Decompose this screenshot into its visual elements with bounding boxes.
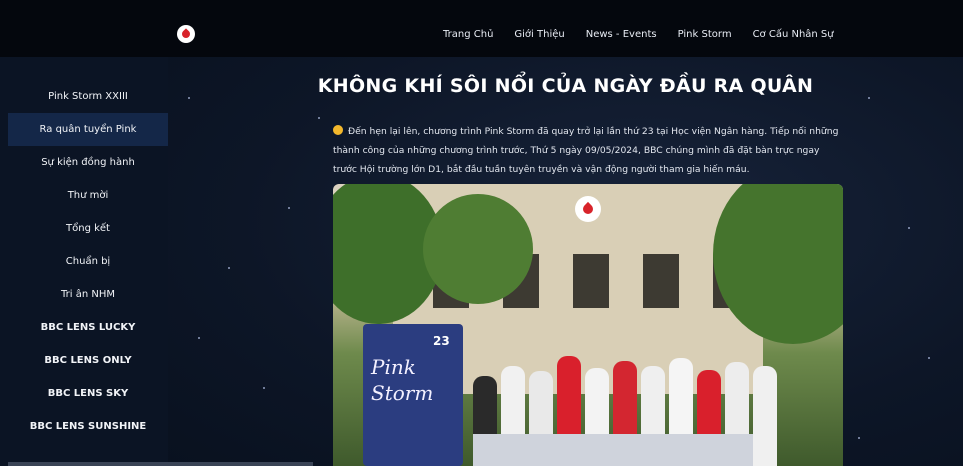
sidebar-item-su-kien-dong-hanh[interactable]: Sự kiện đồng hành bbox=[8, 146, 168, 179]
article-title: KHÔNG KHÍ SÔI NỔI CỦA NGÀY ĐẦU RA QUÂN bbox=[317, 75, 814, 97]
sidebar-item-pink-storm-xxiii[interactable]: Pink Storm XXIII bbox=[8, 80, 168, 113]
nav-item-news-events[interactable]: News - Events bbox=[586, 29, 657, 40]
nav-item-about[interactable]: Giới Thiệu bbox=[514, 29, 564, 40]
bbc-logo-icon[interactable] bbox=[177, 25, 195, 43]
banner-text: Pink Storm bbox=[371, 354, 433, 406]
sidebar-item-bbc-lens-sunshine[interactable]: BBC LENS SUNSHINE bbox=[8, 410, 168, 443]
nav-item-staff-structure[interactable]: Cơ Cấu Nhân Sự bbox=[753, 29, 834, 40]
article-body-text: Đến hẹn lại lên, chương trình Pink Storm… bbox=[333, 126, 839, 175]
main-nav: Trang Chủ Giới Thiệu News - Events Pink … bbox=[443, 29, 855, 40]
article-body: Đến hẹn lại lên, chương trình Pink Storm… bbox=[333, 122, 845, 179]
article-photo: Pink Storm 23 bbox=[333, 184, 843, 466]
banner-line-pink: Pink bbox=[371, 355, 416, 379]
top-navigation-bar: Trang Chủ Giới Thiệu News - Events Pink … bbox=[0, 0, 963, 57]
sidebar-scrollbar[interactable] bbox=[8, 462, 313, 466]
sidebar-item-tong-ket[interactable]: Tổng kết bbox=[8, 212, 168, 245]
smiling-face-icon bbox=[333, 125, 343, 135]
sidebar-item-ra-quan-tuyen-pink[interactable]: Ra quân tuyển Pink bbox=[8, 113, 168, 146]
sidebar-item-chuan-bi[interactable]: Chuẩn bị bbox=[8, 245, 168, 278]
sidebar-item-thu-moi[interactable]: Thư mời bbox=[8, 179, 168, 212]
nav-item-pink-storm[interactable]: Pink Storm bbox=[678, 29, 732, 40]
banner-number: 23 bbox=[433, 334, 450, 348]
banner-line-storm: Storm bbox=[371, 381, 434, 405]
photo-table bbox=[473, 434, 753, 466]
sidebar-item-bbc-lens-sky[interactable]: BBC LENS SKY bbox=[8, 377, 168, 410]
photo-logo-icon bbox=[575, 196, 601, 222]
sidebar-item-bbc-lens-lucky[interactable]: BBC LENS LUCKY bbox=[8, 311, 168, 344]
sidebar-menu: Pink Storm XXIII Ra quân tuyển Pink Sự k… bbox=[8, 80, 168, 443]
sidebar-item-bbc-lens-only[interactable]: BBC LENS ONLY bbox=[8, 344, 168, 377]
sidebar-item-tri-an-nhm[interactable]: Tri ân NHM bbox=[8, 278, 168, 311]
nav-item-home[interactable]: Trang Chủ bbox=[443, 29, 493, 40]
